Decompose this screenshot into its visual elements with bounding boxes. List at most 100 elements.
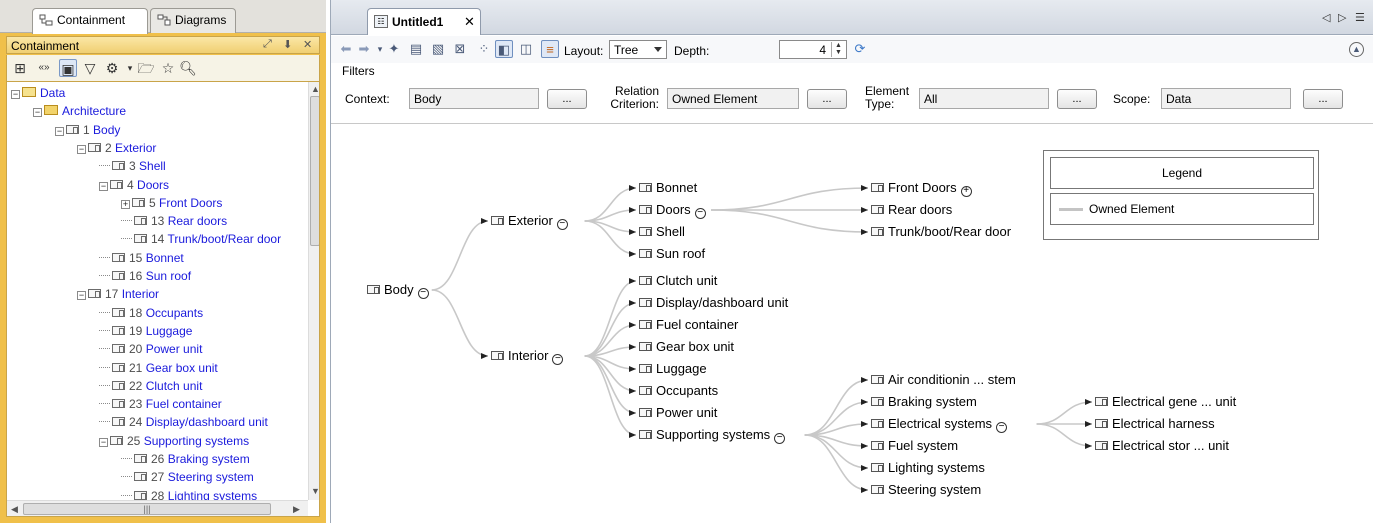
map-node[interactable]: Occupants bbox=[639, 383, 718, 399]
tree-item[interactable]: 16 Sun roof bbox=[99, 267, 191, 285]
tree-horizontal-scrollbar[interactable]: ◀ ||| ▶ bbox=[7, 500, 308, 516]
expand-icon[interactable]: + bbox=[121, 199, 130, 209]
tree-item[interactable]: +5 Front Doors bbox=[121, 194, 222, 212]
map-node[interactable]: Electrical gene ... unit bbox=[1095, 394, 1236, 410]
scope-field[interactable]: Data bbox=[1161, 88, 1291, 109]
tree-item[interactable]: 23 Fuel container bbox=[99, 395, 222, 413]
collapse-node-icon[interactable]: − bbox=[417, 288, 429, 299]
pin-icon[interactable]: ⬇ bbox=[283, 38, 292, 51]
collapse-node-icon[interactable]: − bbox=[694, 208, 706, 219]
tree-item[interactable]: − 2 Exterior bbox=[77, 139, 156, 157]
map-node[interactable]: Gear box unit bbox=[639, 339, 734, 355]
collapse-all-nodes-icon[interactable]: ⁘ bbox=[475, 40, 493, 58]
tree-item[interactable]: − Data bbox=[11, 84, 65, 102]
relation-browse-button[interactable]: ... bbox=[807, 89, 847, 109]
collapse-icon[interactable]: − bbox=[55, 126, 64, 136]
relation-criterion-field[interactable]: Owned Element bbox=[667, 88, 799, 109]
map-node[interactable]: Clutch unit bbox=[639, 273, 717, 289]
group-by-type-icon[interactable]: ▣ bbox=[59, 59, 77, 77]
map-node[interactable]: Body − bbox=[367, 282, 429, 299]
search-icon[interactable]: 🔍︎ bbox=[179, 59, 197, 77]
tree-item[interactable]: 3 Shell bbox=[99, 157, 166, 175]
map-node[interactable]: Sun roof bbox=[639, 246, 705, 262]
map-node[interactable]: Supporting systems − bbox=[639, 427, 786, 444]
tree-item[interactable]: 15 Bonnet bbox=[99, 249, 184, 267]
tab-next-icon[interactable]: ▷ bbox=[1338, 11, 1346, 24]
open-folder-icon[interactable]: 🗁 bbox=[137, 59, 155, 77]
scope-browse-button[interactable]: ... bbox=[1303, 89, 1343, 109]
tree-vertical-scroll-thumb[interactable] bbox=[310, 96, 319, 246]
scroll-left-icon[interactable]: ◀ bbox=[11, 504, 18, 515]
map-node[interactable]: Display/dashboard unit bbox=[639, 295, 788, 311]
select-in-tree-icon[interactable]: ▤ bbox=[407, 40, 425, 58]
close-tab-icon[interactable]: ✕ bbox=[464, 14, 475, 30]
relation-map-canvas[interactable]: Body − Exterior − Interior − Bonnet Doors − Shell… bbox=[331, 123, 1373, 523]
tree-item[interactable]: − 1 Body bbox=[55, 121, 120, 139]
back-icon[interactable]: ⬅︎ bbox=[337, 40, 355, 58]
tree-item[interactable]: 26 Braking system bbox=[121, 450, 250, 468]
collapse-icon[interactable]: − bbox=[99, 437, 108, 447]
expand-node-icon[interactable]: + bbox=[960, 186, 972, 197]
tree-item[interactable]: − 4 Doors bbox=[99, 176, 169, 194]
collapse-node-icon[interactable]: − bbox=[552, 354, 564, 365]
star-icon[interactable]: ☆ bbox=[159, 59, 177, 77]
tree-item[interactable]: 22 Clutch unit bbox=[99, 377, 202, 395]
tree-item[interactable]: − Architecture bbox=[33, 102, 126, 120]
collapse-icon[interactable]: − bbox=[77, 291, 86, 301]
context-browse-button[interactable]: ... bbox=[547, 89, 587, 109]
collapse-node-icon[interactable]: − bbox=[556, 219, 568, 230]
vertical-layout-icon[interactable]: ◫ bbox=[517, 40, 535, 58]
map-node[interactable]: Front Doors + bbox=[871, 180, 972, 197]
map-node[interactable]: Electrical harness bbox=[1095, 416, 1215, 432]
map-node[interactable]: Air conditionin ... stem bbox=[871, 372, 1016, 388]
add-element-icon[interactable]: ✦ bbox=[385, 40, 403, 58]
context-field[interactable]: Body bbox=[409, 88, 539, 109]
show-auxiliary-icon[interactable]: «» bbox=[35, 59, 53, 77]
scroll-down-icon[interactable]: ▼ bbox=[311, 486, 319, 496]
filter-icon[interactable]: ▽ bbox=[81, 59, 99, 77]
tree-item[interactable]: 21 Gear box unit bbox=[99, 359, 218, 377]
map-node[interactable]: Power unit bbox=[639, 405, 717, 421]
tree-item[interactable]: 20 Power unit bbox=[99, 340, 202, 358]
map-node[interactable]: Luggage bbox=[639, 361, 707, 377]
gear-icon[interactable]: ⚙ bbox=[103, 59, 121, 77]
map-node[interactable]: Interior − bbox=[491, 348, 564, 365]
scroll-right-icon[interactable]: ▶ bbox=[293, 504, 300, 515]
tree-item[interactable]: 24 Display/dashboard unit bbox=[99, 413, 268, 431]
tree-item[interactable]: 13 Rear doors bbox=[121, 212, 227, 230]
map-node[interactable]: Exterior − bbox=[491, 213, 568, 230]
open-diagram-icon[interactable]: ▧ bbox=[429, 40, 447, 58]
expand-all-nodes-icon[interactable]: ⊠ bbox=[451, 40, 469, 58]
element-type-field[interactable]: All bbox=[919, 88, 1049, 109]
refresh-icon[interactable]: ⟳ bbox=[851, 40, 869, 58]
legend-box[interactable]: Legend Owned Element bbox=[1043, 150, 1319, 240]
map-node[interactable]: Shell bbox=[639, 224, 685, 240]
tab-prev-icon[interactable]: ◁ bbox=[1322, 11, 1330, 24]
tab-untitled1[interactable]: ☷ Untitled1 ✕ bbox=[367, 8, 481, 35]
collapse-icon[interactable]: − bbox=[11, 90, 20, 99]
collapse-icon[interactable]: − bbox=[77, 144, 86, 154]
collapse-toolbar-icon[interactable]: ▲ bbox=[1349, 42, 1364, 57]
map-node[interactable]: Rear doors bbox=[871, 202, 952, 218]
map-node[interactable]: Fuel system bbox=[871, 438, 958, 454]
tab-containment[interactable]: Containment bbox=[32, 8, 148, 34]
tree-horizontal-scroll-thumb[interactable]: ||| bbox=[23, 503, 271, 515]
stepper-arrows-icon[interactable]: ▲ ▼ bbox=[831, 42, 845, 57]
map-node[interactable]: Trunk/boot/Rear door bbox=[871, 224, 1011, 240]
restore-icon[interactable]: ⤢ bbox=[263, 38, 272, 51]
tree-vertical-scrollbar[interactable]: ▲ ▼ bbox=[308, 82, 319, 500]
map-node[interactable]: Braking system bbox=[871, 394, 977, 410]
collapse-node-icon[interactable]: − bbox=[774, 433, 786, 444]
map-node[interactable]: Fuel container bbox=[639, 317, 738, 333]
tree-item[interactable]: 14 Trunk/boot/Rear door bbox=[121, 230, 281, 248]
collapse-icon[interactable]: − bbox=[33, 108, 42, 118]
map-node[interactable]: Steering system bbox=[871, 482, 981, 498]
depth-stepper[interactable]: 4 ▲ ▼ bbox=[779, 40, 847, 59]
layout-select[interactable]: Tree bbox=[609, 40, 667, 59]
legend-toggle-icon[interactable]: ≡ bbox=[541, 40, 559, 58]
map-node[interactable]: Doors − bbox=[639, 202, 706, 219]
map-node[interactable]: Lighting systems bbox=[871, 460, 985, 476]
map-node[interactable]: Bonnet bbox=[639, 180, 697, 196]
expand-all-icon[interactable]: ⊞ bbox=[11, 59, 29, 77]
tab-diagrams[interactable]: Diagrams bbox=[150, 8, 236, 33]
